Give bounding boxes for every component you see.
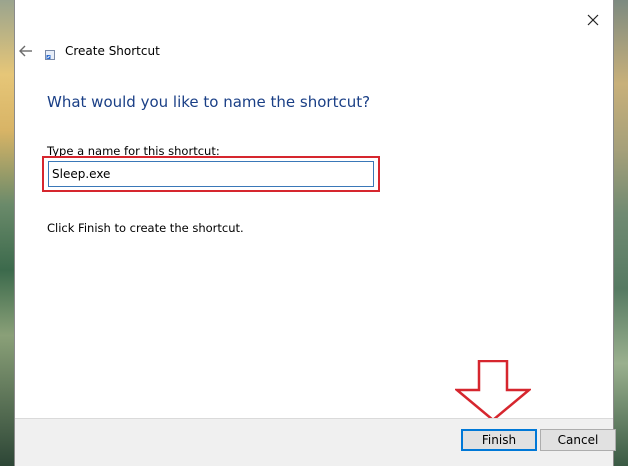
finish-button[interactable]: Finish: [461, 429, 537, 451]
red-down-arrow-icon: [455, 360, 531, 422]
shortcut-name-input[interactable]: [48, 161, 374, 187]
desktop-wallpaper-right: [614, 0, 628, 466]
shortcut-icon: [45, 50, 55, 60]
cancel-button[interactable]: Cancel: [540, 429, 616, 451]
dialog-footer: Finish Cancel: [15, 418, 616, 466]
close-icon: [587, 14, 599, 26]
desktop-wallpaper-left: [0, 0, 14, 466]
close-button[interactable]: [581, 8, 605, 32]
back-arrow-icon: [19, 45, 32, 57]
dialog-title: Create Shortcut: [65, 44, 160, 58]
create-shortcut-dialog: Create Shortcut What would you like to n…: [14, 0, 616, 466]
back-button[interactable]: [15, 40, 37, 62]
page-heading: What would you like to name the shortcut…: [47, 93, 371, 111]
finish-instruction-text: Click Finish to create the shortcut.: [47, 221, 244, 235]
